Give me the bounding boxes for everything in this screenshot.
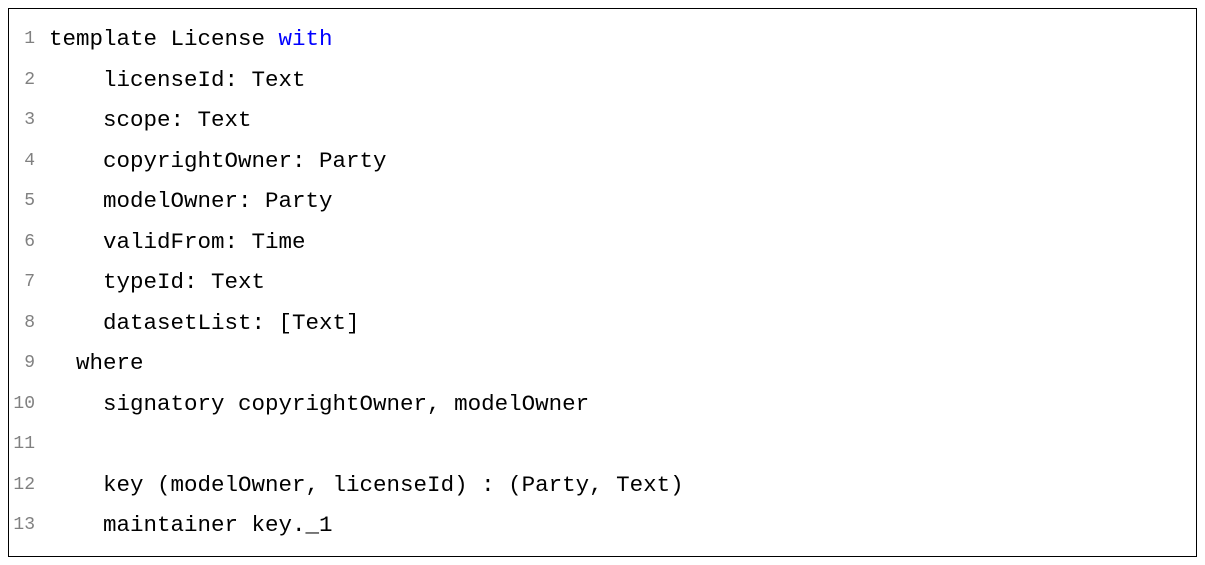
code-content: template License with licenseId: Text sc…	[43, 9, 1196, 556]
line-number: 6	[13, 222, 35, 263]
line-number: 10	[13, 384, 35, 425]
line-number: 8	[13, 303, 35, 344]
code-text: template License	[49, 26, 279, 52]
keyword-with: with	[279, 26, 333, 52]
line-number: 7	[13, 262, 35, 303]
line-number: 12	[13, 465, 35, 506]
code-line: typeId: Text	[49, 269, 265, 295]
line-number: 13	[13, 505, 35, 546]
line-number: 4	[13, 141, 35, 182]
code-line: licenseId: Text	[49, 67, 306, 93]
line-number: 1	[13, 19, 35, 60]
line-number-gutter: 1 2 3 4 5 6 7 8 9 10 11 12 13	[9, 9, 43, 556]
code-line: signatory copyrightOwner, modelOwner	[49, 391, 589, 417]
code-line: template License with	[49, 26, 333, 52]
code-line: maintainer key._1	[49, 512, 333, 538]
code-line: validFrom: Time	[49, 229, 306, 255]
code-block: 1 2 3 4 5 6 7 8 9 10 11 12 13 template L…	[8, 8, 1197, 557]
line-number: 9	[13, 343, 35, 384]
code-line: key (modelOwner, licenseId) : (Party, Te…	[49, 472, 684, 498]
code-line: scope: Text	[49, 107, 252, 133]
code-line: where	[49, 350, 144, 376]
line-number: 11	[13, 424, 35, 465]
code-line: copyrightOwner: Party	[49, 148, 387, 174]
line-number: 5	[13, 181, 35, 222]
code-line: modelOwner: Party	[49, 188, 333, 214]
line-number: 2	[13, 60, 35, 101]
code-line: datasetList: [Text]	[49, 310, 360, 336]
line-number: 3	[13, 100, 35, 141]
